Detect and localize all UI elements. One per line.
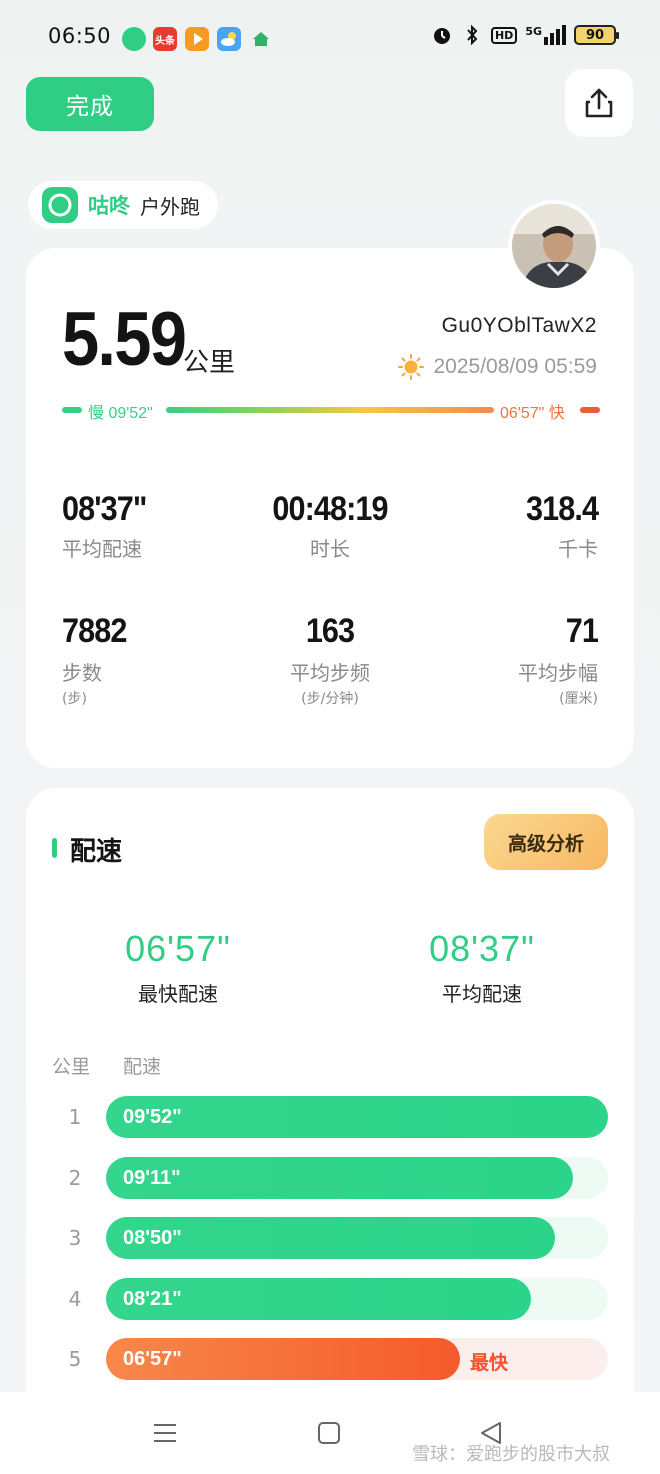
datetime-text: 2025/08/09 05:59	[433, 355, 598, 378]
column-pace: 配速	[123, 1056, 162, 1078]
workout-datetime: 2025/08/09 05:59	[397, 354, 598, 380]
bluetooth-icon	[461, 24, 483, 46]
split-bar: 09'52"	[106, 1096, 608, 1138]
dongdong-logo-icon	[42, 187, 78, 223]
stat-calories: 318.4 千卡	[525, 490, 599, 561]
app-brand-pill: 咕咚 户外跑	[28, 181, 218, 229]
weather-icon	[217, 27, 241, 51]
fastest-pace-label: 最快配速	[138, 982, 218, 1006]
split-pace: 08'50"	[123, 1227, 182, 1249]
pace-range-bar: 慢 09'52" 06'57" 快	[62, 397, 600, 423]
stat-cadence: 163 平均步频 (步/分钟)	[290, 612, 370, 707]
fastest-pace-block: 06'57" 最快配速	[78, 928, 278, 1007]
watermark: 雪球：爱跑步的股市大叔	[412, 1444, 610, 1465]
average-pace-label: 平均配速	[442, 982, 522, 1006]
split-km: 4	[68, 1287, 82, 1311]
brand-name: 咕咚	[88, 194, 130, 218]
split-pace: 08'21"	[123, 1288, 182, 1310]
status-time: 06:50	[48, 24, 112, 48]
split-bar: 06'57" 最快	[106, 1338, 608, 1380]
split-km: 2	[68, 1166, 82, 1190]
signal-5g-icon: 5G	[525, 25, 566, 45]
done-button[interactable]: 完成	[26, 77, 154, 131]
split-bar: 08'50"	[106, 1217, 608, 1259]
split-pace: 06'57"	[123, 1348, 182, 1370]
column-km: 公里	[52, 1056, 91, 1078]
distance-unit: 公里	[183, 348, 236, 378]
hd-icon: HD	[490, 26, 518, 44]
average-pace-block: 08'37" 平均配速	[382, 928, 582, 1007]
section-marker	[52, 838, 57, 858]
pace-slow-label: 慢 09'52"	[88, 405, 153, 422]
average-pace-value: 08'37"	[429, 928, 535, 969]
distance-value: 5.59	[62, 297, 187, 382]
fastest-tag: 最快	[470, 1352, 509, 1374]
username: Gu0YOblTawX2	[441, 314, 597, 337]
status-right: HD 5G 90	[431, 24, 619, 46]
battery-indicator: 90	[574, 25, 619, 45]
split-bar: 09'11"	[106, 1157, 608, 1199]
stat-stride: 71 平均步幅 (厘米)	[518, 612, 599, 707]
avatar[interactable]	[508, 200, 600, 292]
split-km: 1	[68, 1105, 82, 1129]
activity-type: 户外跑	[140, 194, 200, 219]
menu-icon[interactable]	[152, 1420, 178, 1446]
share-button[interactable]	[565, 69, 633, 137]
advanced-analysis-button[interactable]: 高级分析	[484, 814, 608, 870]
pace-fast-label: 06'57" 快	[500, 405, 565, 422]
stat-avg-pace: 08'37" 平均配速	[62, 490, 147, 561]
alarm-icon	[431, 24, 453, 46]
home-icon[interactable]	[316, 1420, 342, 1446]
stat-duration: 00:48:19 时长	[272, 490, 388, 561]
split-pace: 09'11"	[123, 1167, 181, 1189]
share-icon	[585, 88, 613, 118]
sun-icon	[397, 354, 424, 380]
pace-section-title: 配速	[70, 837, 123, 867]
dongdong-icon	[122, 27, 146, 51]
split-km: 3	[68, 1226, 82, 1250]
split-pace: 09'52"	[123, 1106, 182, 1128]
split-bar: 08'21"	[106, 1278, 608, 1320]
anjuke-icon	[249, 27, 273, 51]
video-icon	[185, 27, 209, 51]
toutiao-icon: 头条	[153, 27, 177, 51]
stat-steps: 7882 步数 (步)	[62, 612, 127, 707]
split-km: 5	[68, 1347, 82, 1371]
fastest-pace-value: 06'57"	[125, 928, 231, 969]
